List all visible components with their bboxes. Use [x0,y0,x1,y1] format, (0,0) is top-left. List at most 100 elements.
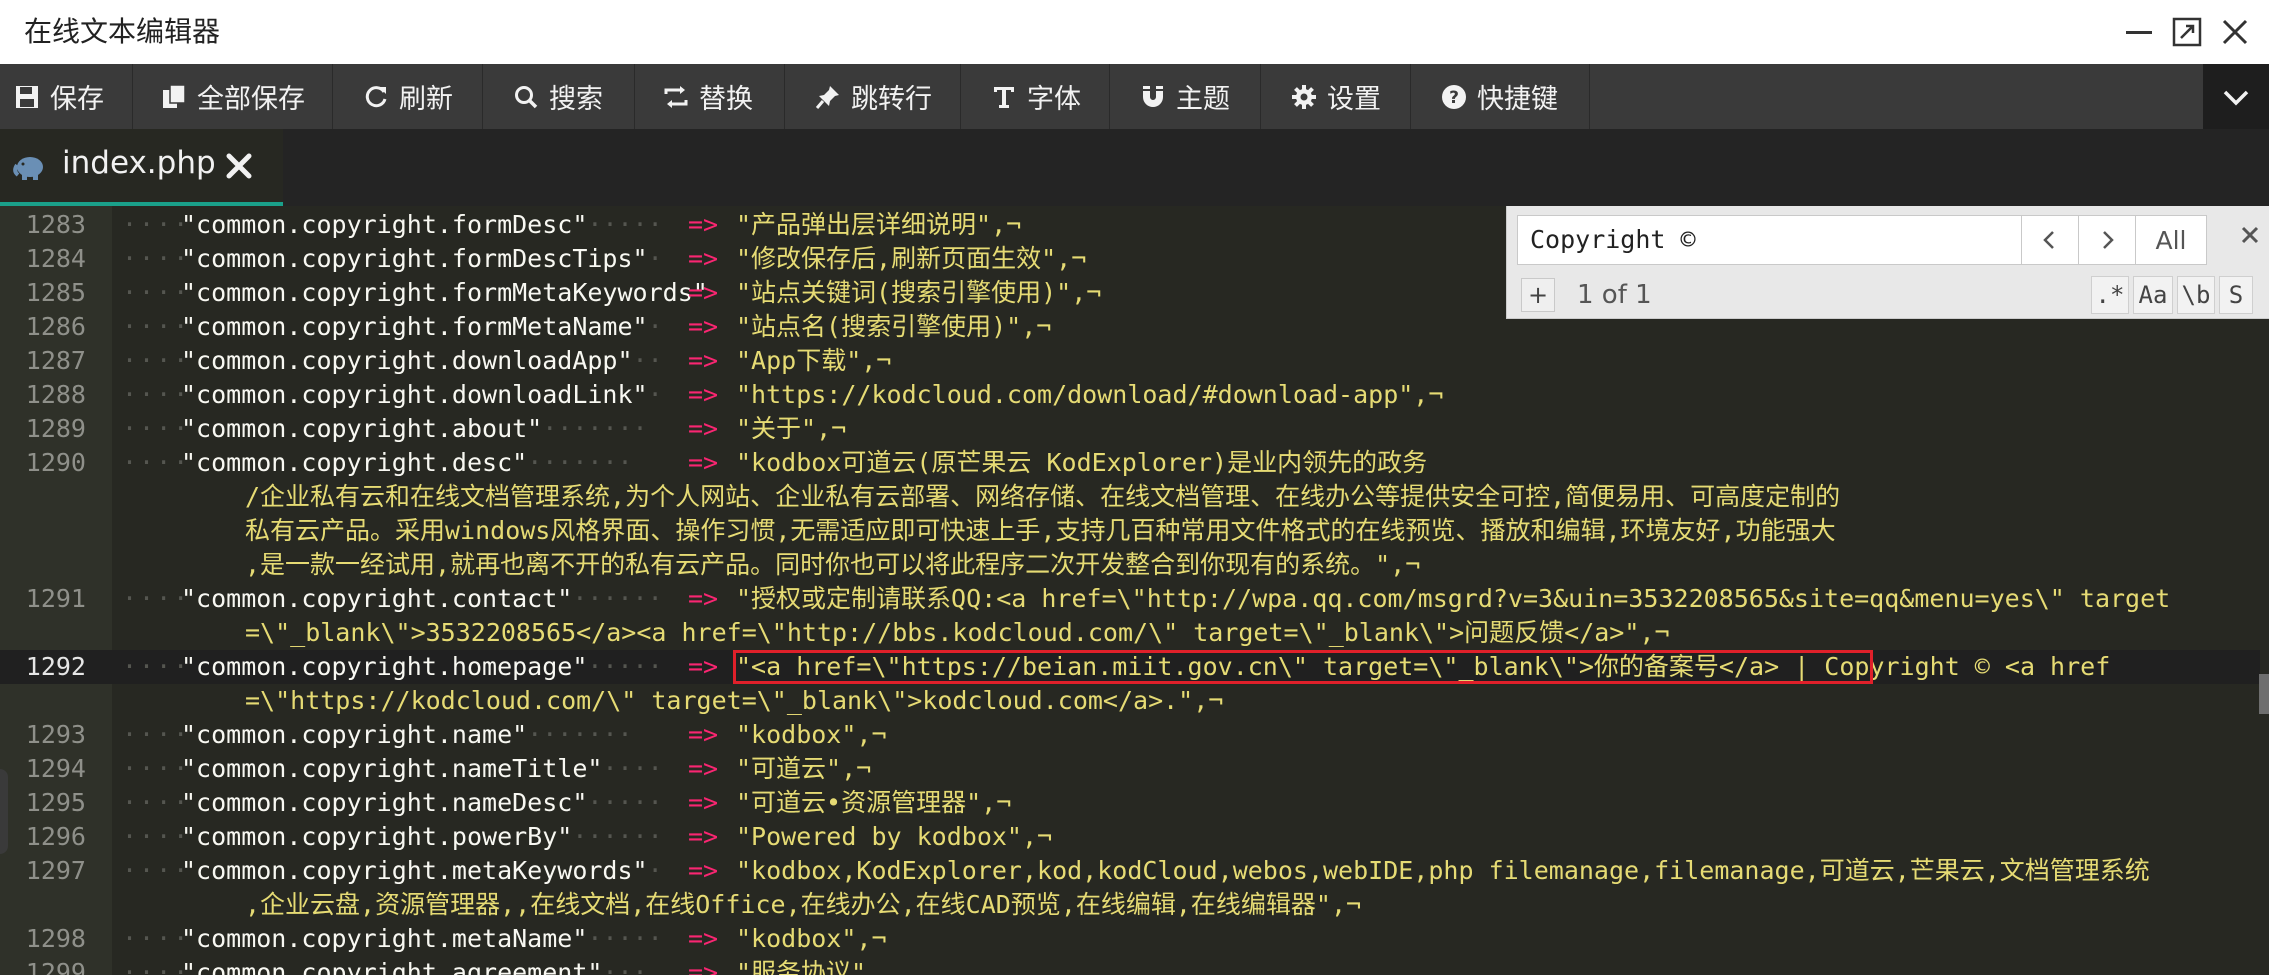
shortcuts-button[interactable]: ? 快捷键 [1411,64,1590,129]
line-number: 1297 [25,856,86,885]
toggle-replace-button[interactable]: + [1521,278,1555,312]
search-icon [515,85,538,108]
code-key: "common.copyright.nameTitle"···· [181,754,663,783]
replace-button[interactable]: 替换 [635,64,785,129]
find-previous-button[interactable] [2021,215,2079,265]
code-operator: => [688,822,719,851]
code-value: "App下载",¬ [736,346,892,375]
code-line: 1297 ···· "common.copyright.metaKeywords"·… [0,854,2260,888]
code-continuation: 私有云产品。采用windows风格界面、操作习惯,无需适应即可快速上手,支持几百… [245,516,1836,545]
tab-filename: index.php [62,145,216,181]
close-tab-icon[interactable] [224,151,254,181]
search-input[interactable]: Copyright © [1517,215,2022,265]
code-continuation: ,企业云盘,资源管理器,,在线文档,在线Office,在线办公,在线CAD预览,… [245,890,1362,919]
text-height-icon [994,86,1014,108]
indent-whitespace: ···· [122,278,191,307]
code-value: "可道云",¬ [736,754,872,783]
code-line: =\"https://kodcloud.com/\" target=\"_bla… [0,684,2260,718]
minimize-icon [2126,31,2152,34]
line-number: 1284 [25,244,86,273]
code-key: "common.copyright.desc"······· [181,448,633,477]
line-number: 1286 [25,312,86,341]
indent-whitespace: ···· [122,822,191,851]
indent-whitespace: ···· [122,924,191,953]
whitespace-marker: · [647,244,663,273]
side-panel-handle[interactable] [0,769,8,854]
shortcuts-label: 快捷键 [1477,84,1558,115]
search-button[interactable]: 搜索 [483,64,635,129]
code-key: "common.copyright.agreement"··· [181,956,648,975]
save-label: 保存 [50,84,104,115]
code-line: 1295 ···· "common.copyright.nameDesc"·····… [0,786,2260,820]
tab-index-php[interactable]: index.php [0,129,283,206]
close-window-button[interactable] [2211,8,2259,56]
code-key: "common.copyright.formDesc"····· [181,210,663,239]
scrollbar-thumb[interactable] [2259,674,2269,714]
tab-bar: index.php [0,129,2269,206]
code-key: "common.copyright.contact"······ [181,584,663,613]
code-line: 1290 ···· "common.copyright.desc"······· =>… [0,446,2260,480]
refresh-button[interactable]: 刷新 [333,64,483,129]
code-line: 1292 ···· "common.copyright.homepage"·····… [0,650,2260,684]
find-next-button[interactable] [2078,215,2136,265]
line-number: 1295 [25,788,86,817]
code-value: "Powered by kodbox",¬ [736,822,1053,851]
minimize-button[interactable] [2115,8,2163,56]
code-key: "common.copyright.homepage"····· [181,652,663,681]
whitespace-marker: · [647,380,663,409]
save-button[interactable]: 保存 [0,64,133,129]
whitespace-marker: ·· [632,346,663,375]
code-operator: => [688,380,719,409]
code-key: "common.copyright.formMetaName"· [181,312,663,341]
goto-line-button[interactable]: 跳转行 [785,64,961,129]
line-number: 1285 [25,278,86,307]
code-operator: => [688,788,719,817]
find-all-button[interactable]: All [2135,215,2207,265]
code-line: 1287 ···· "common.copyright.downloadApp"··… [0,344,2260,378]
regex-toggle[interactable]: .* [2091,276,2129,314]
code-continuation: ,是一款一经试用,就再也离不开的私有云产品。同时你也可以将此程序二次开发整合到你… [245,550,1421,579]
code-operator: => [688,210,719,239]
close-icon [2241,226,2259,244]
settings-button[interactable]: 设置 [1261,64,1411,129]
code-line: 1299 ···· "common.copyright.agreement"··· =… [0,956,2260,975]
code-line: =\"_blank\">3532208565</a><a href=\"http… [0,616,2260,650]
font-button[interactable]: 字体 [961,64,1110,129]
php-elephant-icon [13,157,43,180]
floppy-disk-icon [16,85,38,108]
close-icon [2222,19,2248,45]
code-operator: => [688,278,719,307]
whitespace-marker: ····· [587,652,663,681]
line-number: 1292 [25,652,86,681]
code-continuation: =\"https://kodcloud.com/\" target=\"_bla… [245,686,1224,715]
close-search-button[interactable] [2235,220,2265,250]
whole-word-toggle[interactable]: \b [2177,276,2215,314]
whitespace-marker: ······ [572,584,663,613]
chevron-left-icon [2043,231,2054,249]
code-operator: => [688,448,719,477]
search-match-highlight [733,650,1873,684]
code-key: "common.copyright.metaKeywords"· [181,856,663,885]
copy-files-icon [163,83,186,108]
case-sensitive-toggle[interactable]: Aa [2133,276,2173,314]
theme-button[interactable]: 主题 [1110,64,1261,129]
pin-icon [815,85,839,109]
search-in-selection-toggle[interactable]: S [2219,276,2253,314]
indent-whitespace: ···· [122,720,191,749]
code-value: "站点关键词(搜索引擎使用)",¬ [736,278,1102,307]
code-value: "服务协议", [736,958,882,975]
maximize-button[interactable] [2163,8,2211,56]
whitespace-marker: · [647,856,663,885]
question-circle-icon: ? [1442,84,1466,109]
line-number: 1293 [25,720,86,749]
toolbar-collapse-button[interactable] [2203,64,2269,129]
code-editor[interactable]: 1283 ···· "common.copyright.formDesc"·····… [0,206,2269,975]
title-bar: 在线文本编辑器 [0,0,2269,64]
whitespace-marker: · [647,312,663,341]
code-line: 1293 ···· "common.copyright.name"······· =>… [0,718,2260,752]
whitespace-marker: ····· [587,924,663,953]
indent-whitespace: ···· [122,856,191,885]
save-all-button[interactable]: 全部保存 [133,64,333,129]
code-value: "产品弹出层详细说明",¬ [736,210,1022,239]
code-key: "common.copyright.formDescTips"· [181,244,663,273]
